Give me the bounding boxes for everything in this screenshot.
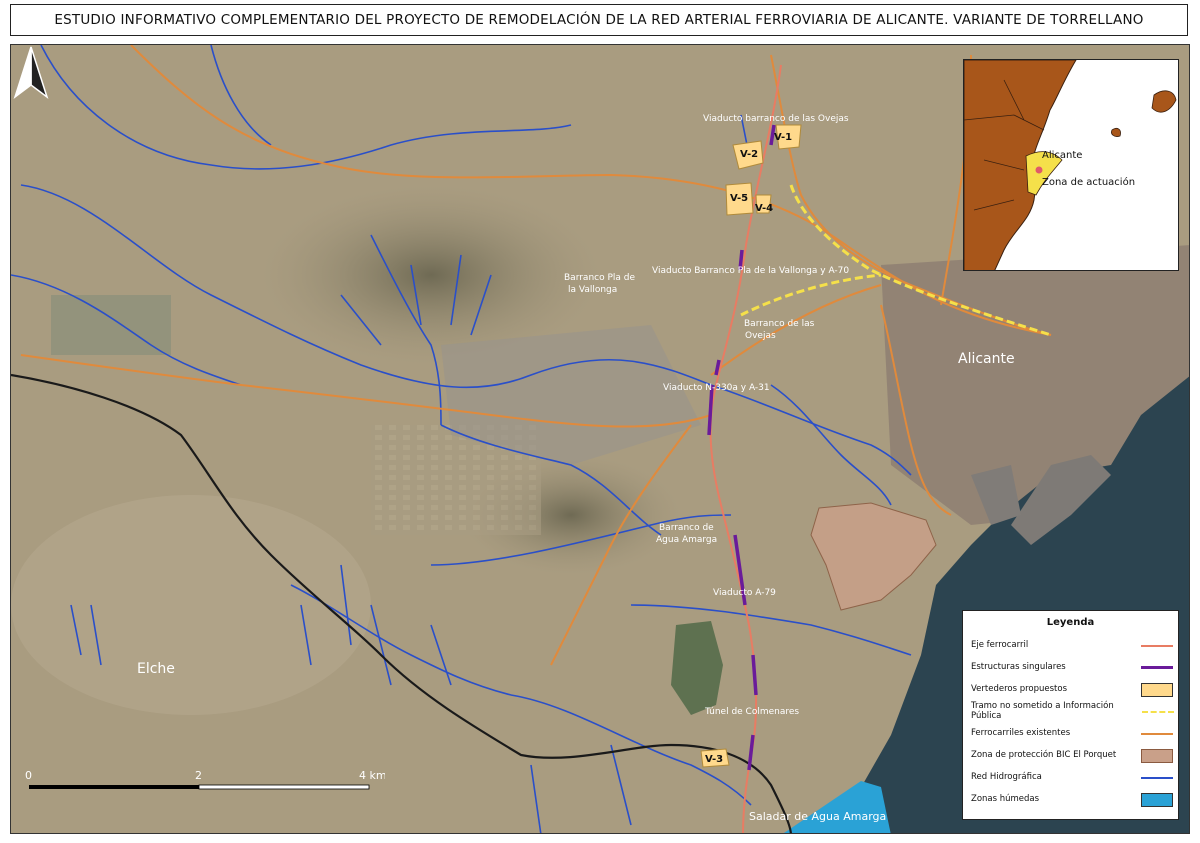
legend-item-estructuras: Estructuras singulares <box>971 657 1173 677</box>
label-alicante: Alicante <box>958 351 1015 367</box>
label-viaducto-pla: Viaducto Barranco Pla de la Vallonga y A… <box>652 266 849 276</box>
legend-item-tramo-no-sometido: Tramo no sometido a Información Pública <box>971 701 1174 721</box>
map-legend: Leyenda Eje ferrocarril Estructuras sing… <box>962 610 1179 820</box>
legend-label: Estructuras singulares <box>971 662 1066 672</box>
label-v1: V-1 <box>774 132 792 143</box>
legend-item-ferrocarriles-existentes: Ferrocarriles existentes <box>971 723 1173 743</box>
inset-label-zone: Zona de actuación <box>1042 176 1135 188</box>
label-viaducto-a79: Viaducto A-79 <box>713 588 776 598</box>
inset-svg: Alicante Zona de actuación <box>964 60 1178 270</box>
label-barranco-ovejas-2: Ovejas <box>745 331 776 341</box>
label-viaducto-n330: Viaducto N-330a y A-31 <box>663 383 770 393</box>
legend-symbol-line <box>1141 639 1173 651</box>
legend-label: Tramo no sometido a Información Pública <box>971 701 1114 721</box>
legend-item-vertederos: Vertederos propuestos <box>971 679 1173 699</box>
legend-symbol-fill <box>1141 793 1173 807</box>
map-title: ESTUDIO INFORMATIVO COMPLEMENTARIO DEL P… <box>10 4 1188 36</box>
label-v5: V-5 <box>730 193 748 204</box>
inset-zone-marker <box>1035 166 1043 174</box>
legend-item-bic-porquet: Zona de protección BIC El Porquet <box>971 745 1173 765</box>
label-v3: V-3 <box>705 754 723 765</box>
scale-svg: 0 2 4 km <box>25 769 385 790</box>
label-v2: V-2 <box>740 149 758 160</box>
label-barranco-ovejas: Barranco de las <box>744 319 815 329</box>
label-barranco-pla-2: la Vallonga <box>568 285 617 295</box>
scale-label-2: 2 <box>195 769 202 782</box>
north-arrow-icon <box>13 46 49 100</box>
legend-label: Zona de protección BIC El Porquet <box>971 750 1117 760</box>
legend-title: Leyenda <box>1046 617 1095 628</box>
legend-label: Eje ferrocarril <box>971 640 1029 650</box>
legend-label: Vertederos propuestos <box>971 684 1068 694</box>
label-tunel: Túnel de Colmenares <box>704 707 799 717</box>
legend-symbol-dashed <box>1141 705 1174 717</box>
legend-label: Zonas húmedas <box>971 794 1040 804</box>
label-barranco-agua-2: Agua Amarga <box>656 535 717 545</box>
label-barranco-pla: Barranco Pla de <box>564 273 635 283</box>
scale-label-4km: 4 km <box>359 769 385 782</box>
legend-symbol-line <box>1141 771 1173 783</box>
legend-symbol-fill <box>1141 683 1173 697</box>
label-viaducto-ovejas: Viaducto barranco de las Ovejas <box>703 114 849 124</box>
label-elche: Elche <box>137 661 175 677</box>
legend-item-eje-ferrocarril: Eje ferrocarril <box>971 635 1173 655</box>
legend-label: Ferrocarriles existentes <box>971 728 1071 738</box>
legend-label: Red Hidrográfica <box>971 772 1042 782</box>
legend-item-zonas-humedas: Zonas húmedas <box>971 789 1173 809</box>
inset-location-map: Alicante Zona de actuación <box>963 59 1179 271</box>
inset-island <box>1111 128 1121 137</box>
map-canvas[interactable]: Viaducto barranco de las Ovejas V-1 V-2 … <box>10 44 1190 834</box>
legend-symbol-fill <box>1141 749 1173 763</box>
scale-label-0: 0 <box>25 769 32 782</box>
legend-item-red-hidrografica: Red Hidrográfica <box>971 767 1173 787</box>
label-barranco-agua: Barranco de <box>659 523 714 533</box>
scale-bar: 0 2 4 km <box>25 765 385 805</box>
legend-symbol-line <box>1141 727 1173 739</box>
legend-symbol-line <box>1141 661 1173 673</box>
label-saladar: Saladar de Agua Amarga <box>749 810 886 823</box>
label-v4: V-4 <box>755 203 773 214</box>
terrain-hills <box>11 495 371 715</box>
inset-label-alicante: Alicante <box>1042 150 1082 161</box>
